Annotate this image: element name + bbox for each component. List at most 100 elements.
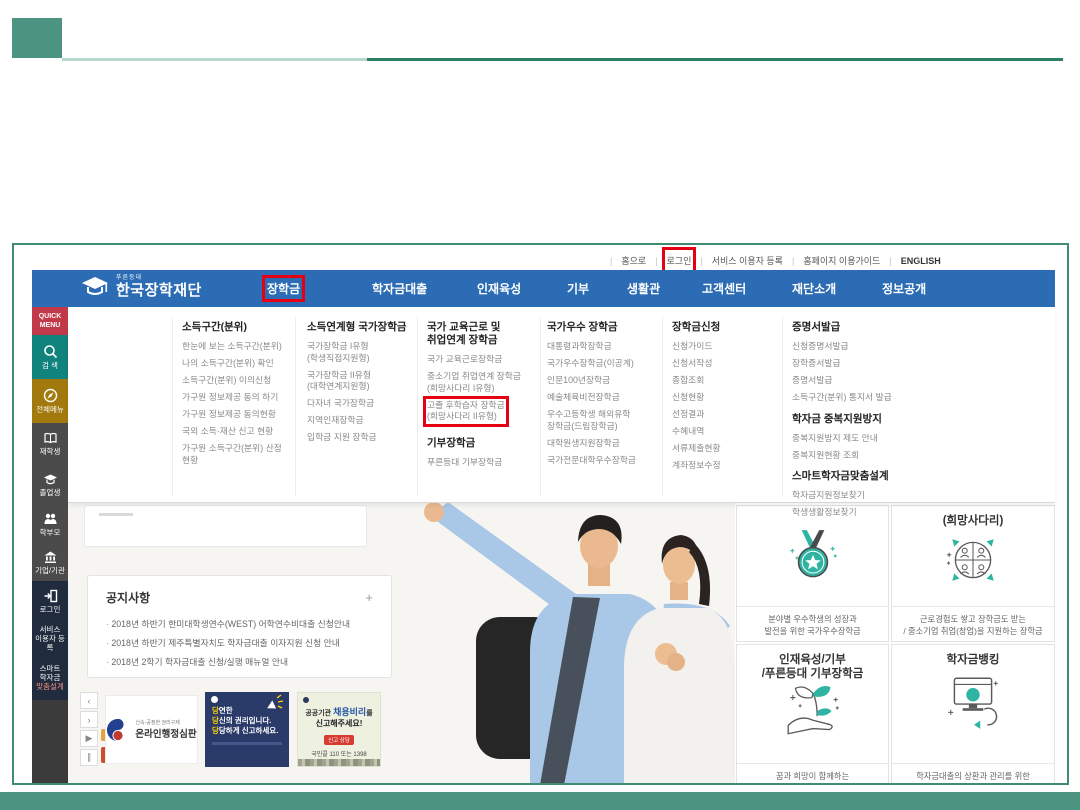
menu-divider [782, 317, 783, 496]
mega-menu-entry[interactable]: 소득구간(분위) 이의신청 [182, 375, 292, 387]
mega-menu-entry[interactable]: 증명서발급 [792, 321, 927, 334]
mega-menu-entry[interactable]: 국가장학금 I유형 (학생직접지원형) [307, 341, 419, 364]
compass-icon [43, 388, 58, 403]
agency-logo-icon [303, 697, 309, 703]
banking-monitor-icon [942, 673, 1004, 731]
card-hope-ladder-scholarship[interactable]: (희망사다리) [891, 505, 1055, 642]
sidebar-item-label: 서비스 이용자 등록 [32, 625, 68, 652]
utility-link[interactable]: 로그인 [667, 252, 692, 269]
mega-menu-entry[interactable]: 한눈에 보는 소득구간(분위) [182, 341, 292, 353]
carousel-next-button[interactable]: › [80, 711, 98, 728]
utility-separator: | [700, 256, 702, 266]
sidebar-item-smart-plan[interactable]: 스마트 학자금 맞춤설계 [32, 655, 68, 700]
mega-menu-entry[interactable]: 소득구간(분위) 통지서 발급 [792, 392, 927, 404]
mega-menu-entry[interactable]: 나의 소득구간(분위) 확인 [182, 358, 292, 370]
banner-report-rights[interactable]: 당연한 당신의 권리입니다. 당당하게 신고하세요. [205, 692, 289, 767]
mega-menu-entry[interactable]: 국가 교육근로장학금 [427, 354, 542, 366]
utility-link[interactable]: 서비스 이용자 등록 [712, 252, 783, 269]
people-circle-icon [945, 532, 1001, 588]
mega-menu-entry[interactable]: 선정결과 [672, 409, 772, 421]
mega-menu-entry[interactable]: 우수고등학생 해외유학 장학금(드림장학금) [547, 409, 665, 432]
mega-menu-entry[interactable]: 예술체육비전장학금 [547, 392, 665, 404]
mega-menu-entry[interactable]: 국가장학금 II유형 (대학연계지원형) [307, 370, 419, 393]
mega-menu-entry[interactable]: 중복지원방지 제도 안내 [792, 433, 927, 445]
website-screenshot-frame: | 홈으로 | 로그인 | 서비스 이용자 등록 | 홈페이지 이용가이드 | … [12, 243, 1069, 785]
woman-torso [624, 608, 735, 785]
mega-menu-entry[interactable]: 신청서작성 [672, 358, 772, 370]
mega-menu-entry[interactable]: 중복지원현황 조회 [792, 450, 927, 462]
mega-menu-entry[interactable]: 가구원 소득구간(분위) 산정 현황 [182, 443, 292, 466]
mega-menu-entry[interactable]: 국가우수 장학금 [547, 321, 665, 334]
nav-item-disclosure[interactable]: 정보공개 [882, 280, 926, 297]
mega-menu-entry[interactable]: 대통령과학장학금 [547, 341, 665, 353]
nav-item-student-loan[interactable]: 학자금대출 [372, 280, 427, 297]
mega-menu-entry[interactable]: 가구원 정보제공 동의현황 [182, 409, 292, 421]
nav-item-about[interactable]: 재단소개 [792, 280, 836, 297]
mega-menu-entry[interactable]: 가구원 정보제공 동의 하기 [182, 392, 292, 404]
mega-menu-entry[interactable]: 신청증명서발급 [792, 341, 927, 353]
mega-menu-entry[interactable]: 계좌정보수정 [672, 460, 772, 472]
mega-menu-entry[interactable]: 다자녀 국가장학금 [307, 398, 419, 410]
mega-menu-entry[interactable]: 증명서발급 [792, 375, 927, 387]
mega-menu-entry[interactable]: 국외 소득·재산 신고 현황 [182, 426, 292, 438]
mega-menu-entry[interactable]: 장학증서발급 [792, 358, 927, 370]
sidebar-item-parents[interactable]: 학부모 [32, 505, 68, 543]
sidebar-item-all-menu[interactable]: 전체메뉴 [32, 379, 68, 423]
mega-menu-entry[interactable]: 신청현황 [672, 392, 772, 404]
mega-menu-entry[interactable]: 소득연계형 국가장학금 [307, 321, 419, 334]
sidebar-item-graduate[interactable]: 졸업생 [32, 464, 68, 505]
nav-item-dormitory[interactable]: 생활관 [627, 280, 660, 297]
sidebar-item-company[interactable]: 기업/기관 [32, 543, 68, 581]
mega-menu-entry[interactable]: 서류제출현황 [672, 443, 772, 455]
nav-item-talent[interactable]: 인재육성 [477, 280, 521, 297]
utility-link[interactable]: ENGLISH [901, 254, 941, 268]
mega-menu-entry[interactable]: 중소기업 취업연계 장학금 (희망사다리 I유형) [427, 371, 542, 394]
sidebar-item-search[interactable]: 검 색 [32, 335, 68, 379]
mega-menu-entry[interactable]: 지역인재장학금 [307, 415, 419, 427]
mega-menu-entry[interactable]: 소득구간(분위) [182, 321, 292, 334]
banner-online-appeal[interactable]: 신속·공정한 권리구제 온라인행정심판 [105, 695, 198, 764]
mega-menu-entry[interactable]: 푸른등대 기부장학금 [427, 457, 542, 469]
mega-menu-entry[interactable]: 학자금 중복지원방지 [792, 413, 927, 426]
sidebar-item-service-register[interactable]: 서비스 이용자 등록 [32, 621, 68, 655]
utility-link[interactable]: 홈으로 [621, 252, 646, 269]
mega-menu-column-income-bracket: 소득구간(분위) 한눈에 보는 소득구간(분위) 나의 소득구간(분위) 확인소득구… [182, 321, 292, 472]
notice-item[interactable]: 2018년 2학기 학자금대출 신청/실행 매뉴얼 안내 [106, 653, 373, 672]
mega-menu-entry[interactable]: 국가우수장학금(이공계) [547, 358, 665, 370]
ksaf-logo[interactable]: 푸른등대 한국장학재단 [80, 274, 202, 298]
mega-menu-entry[interactable]: 종합조회 [672, 375, 772, 387]
quick-menu-sidebar: QUICK MENU 검 색 전체메뉴 재학생 졸업생 학부모 [32, 307, 68, 785]
banner-hiring-corruption[interactable]: 공공기관 채용비리를 신고해주세요! 신고 상담 국민콜 110 또는 1398 [297, 692, 381, 767]
notice-item[interactable]: 2018년 하반기 한미대학생연수(WEST) 어학연수비대출 신청안내 [106, 615, 373, 634]
mega-menu-entry[interactable]: 입학금 지원 장학금 [307, 432, 419, 444]
mega-menu-entry[interactable]: 국가전문대학우수장학금 [547, 455, 665, 467]
partial-widget [84, 505, 367, 547]
mega-menu-entry[interactable]: 국가 교육근로 및 취업연계 장학금 [427, 321, 542, 347]
banner1-subtitle: 신속·공정한 권리구제 [135, 719, 196, 726]
card-student-loan-banking[interactable]: 학자금뱅킹 학자금대출의 상환과 관리를 위한 [891, 644, 1055, 785]
mega-menu-entry[interactable]: 기부장학금 [427, 437, 542, 450]
utility-link[interactable]: 홈페이지 이용가이드 [803, 252, 880, 269]
sidebar-item-login[interactable]: 로그인 [32, 581, 68, 621]
mega-menu-entry[interactable]: 학자금지원정보찾기 [792, 490, 927, 502]
carousel-pause-button[interactable]: ∥ [80, 749, 98, 766]
mega-menu-entry[interactable]: 신청가이드 [672, 341, 772, 353]
mega-menu-entry[interactable]: 고졸 후학습자 장학금 (희망사다리 II유형) [427, 400, 505, 423]
mega-menu-entry[interactable]: 학생생활정보찾기 [792, 507, 927, 519]
mega-menu-entry[interactable]: 스마트학자금맞춤설계 [792, 470, 927, 483]
carousel-prev-button[interactable]: ‹ [80, 692, 98, 709]
nav-item-customer-center[interactable]: 고객센터 [702, 280, 746, 297]
carousel-play-button[interactable]: ▶ [80, 730, 98, 747]
mega-menu-entry[interactable]: 장학금신청 [672, 321, 772, 334]
card-talent-donation-scholarship[interactable]: 인재육성/기부 /푸른등대 기부장학금 꿈과 희망이 함께하는 [736, 644, 889, 785]
presentation-slide: | 홈으로 | 로그인 | 서비스 이용자 등록 | 홈페이지 이용가이드 | … [0, 0, 1080, 810]
notice-item[interactable]: 2018년 하반기 제주특별자치도 학자금대출 이자지원 신청 안내 [106, 634, 373, 653]
mega-menu-entry[interactable]: 수혜내역 [672, 426, 772, 438]
card-national-excellence-scholarship[interactable]: 분야별 우수학생의 성장과 발전을 위한 국가우수장학금 [736, 505, 889, 642]
notice-more-button[interactable]: + [365, 590, 373, 605]
mega-menu-entry[interactable]: 인문100년장학금 [547, 375, 665, 387]
mega-menu-entry[interactable]: 대학원생지원장학금 [547, 438, 665, 450]
nav-item-donation[interactable]: 기부 [567, 280, 589, 297]
sidebar-item-enrolled-student[interactable]: 재학생 [32, 423, 68, 464]
nav-item-scholarship[interactable]: 장학금 [267, 280, 300, 297]
